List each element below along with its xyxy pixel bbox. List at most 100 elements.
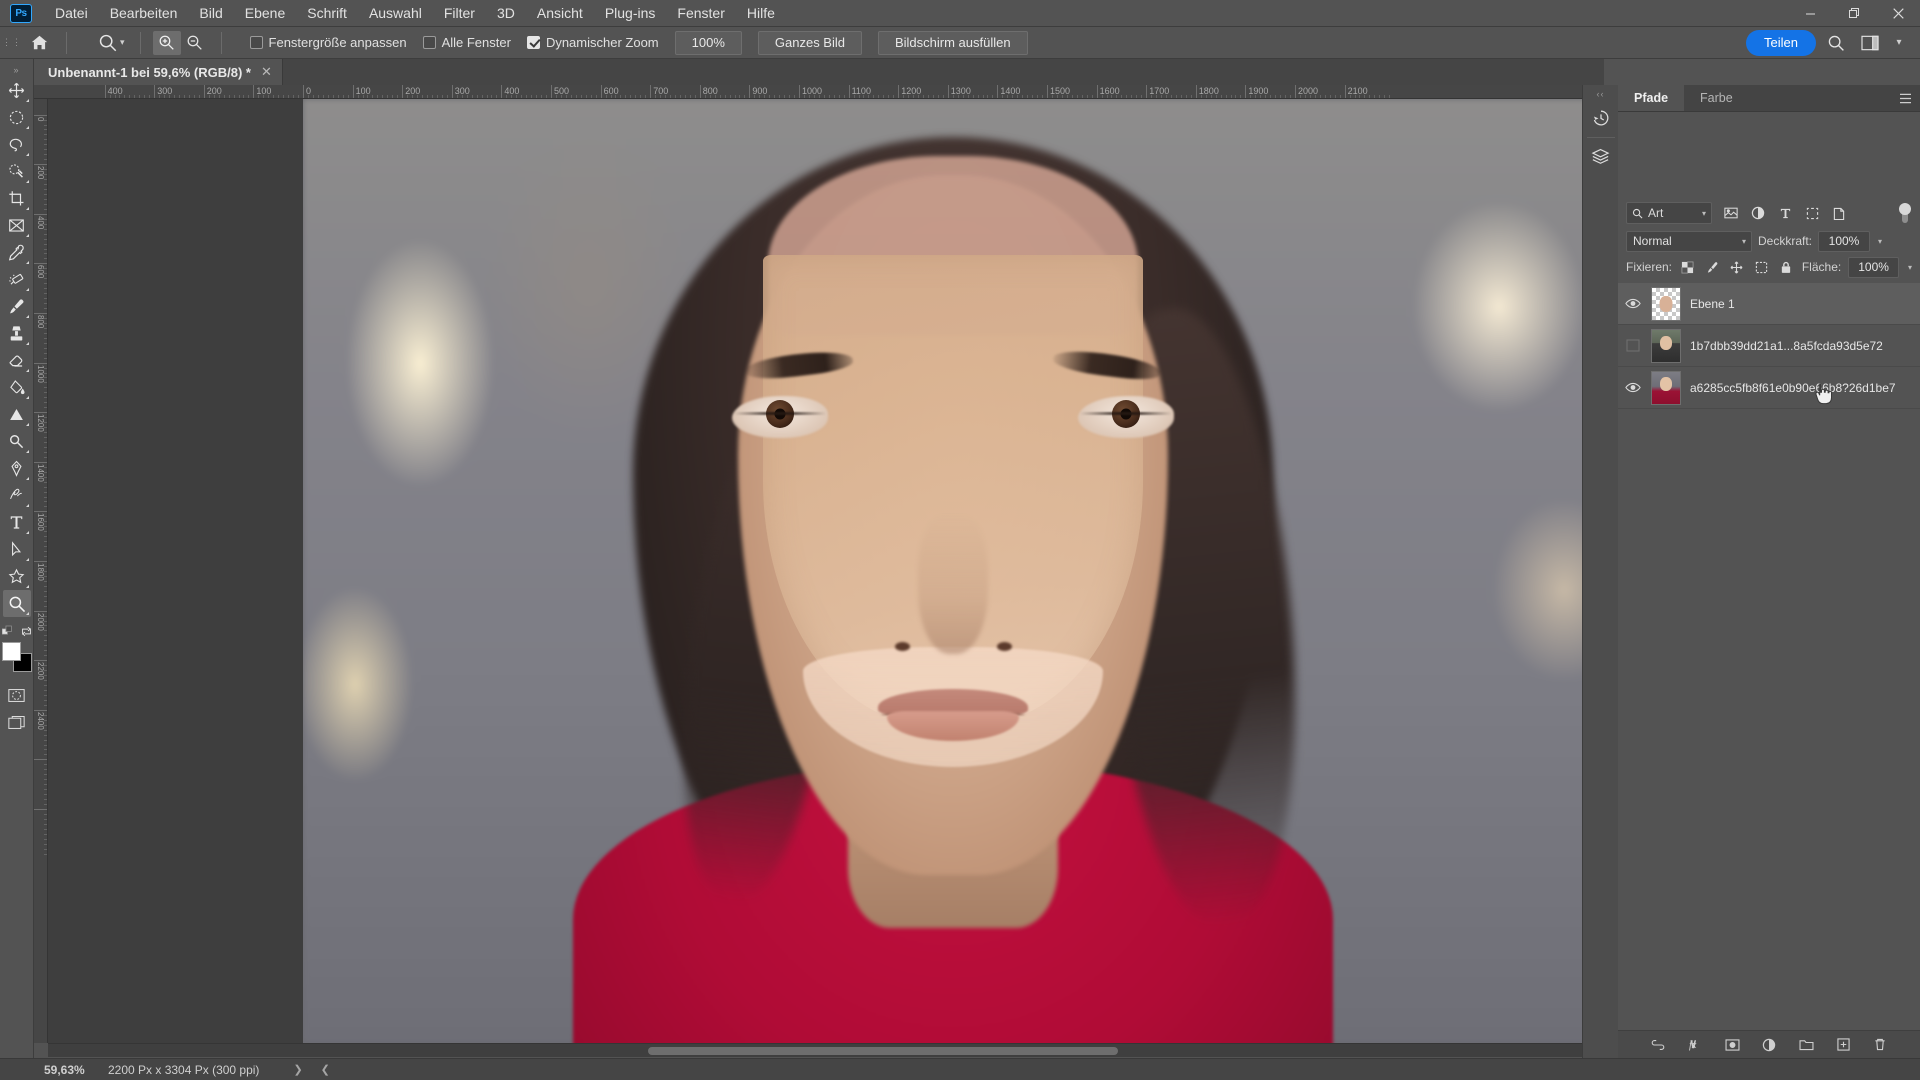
layer-filter-type-select[interactable]: Art ▾ [1626, 202, 1712, 224]
lock-artboard-icon[interactable] [1753, 258, 1771, 276]
frame-tool[interactable] [3, 212, 31, 239]
foreground-color-swatch[interactable] [1, 642, 21, 661]
tab-pfade[interactable]: Pfade [1618, 85, 1685, 111]
menu-item-3d[interactable]: 3D [486, 1, 526, 25]
lasso-tool[interactable] [3, 131, 31, 158]
layer-mask-icon[interactable] [1722, 1035, 1742, 1055]
eyedropper-tool[interactable] [3, 239, 31, 266]
zoom-out-icon[interactable] [181, 31, 209, 55]
pixel-filter-icon[interactable] [1720, 202, 1742, 224]
document-tab[interactable]: Unbenannt-1 bei 59,6% (RGB/8) * ✕ [34, 59, 283, 85]
chevron-left-icon[interactable]: ❮ [321, 1063, 330, 1076]
layer-visibility-toggle[interactable] [1618, 298, 1648, 309]
checkbox-fit-window[interactable]: Fenstergröße anpassen [249, 35, 407, 50]
healing-brush-tool[interactable] [3, 266, 31, 293]
search-icon[interactable] [1822, 31, 1850, 55]
menu-item-bild[interactable]: Bild [188, 1, 233, 25]
scribble-tool[interactable] [3, 482, 31, 509]
share-button[interactable]: Teilen [1746, 29, 1816, 56]
menu-item-ansicht[interactable]: Ansicht [526, 1, 594, 25]
zoom-100-button[interactable]: 100% [674, 30, 742, 55]
checkbox-box[interactable] [526, 36, 540, 49]
layer-thumbnail[interactable] [1648, 328, 1684, 363]
link-layers-icon[interactable] [1648, 1035, 1668, 1055]
chevron-right-icon[interactable]: ❯ [293, 1063, 302, 1076]
opacity-input[interactable]: 100% [1818, 230, 1871, 252]
checkbox-scrubby-zoom[interactable]: Dynamischer Zoom [526, 35, 659, 50]
layer-visibility-toggle[interactable] [1618, 339, 1648, 352]
status-zoom-level[interactable]: 59,63% [0, 1063, 88, 1077]
tools-panel-handle[interactable]: » [0, 63, 33, 77]
default-colors-icon[interactable] [1, 625, 13, 638]
canvas-area[interactable] [48, 99, 1604, 1043]
zoom-tool[interactable] [2, 590, 31, 617]
quick-mask-icon[interactable] [3, 682, 31, 709]
scrollbar-thumb[interactable] [648, 1047, 1118, 1055]
paths-panel-body[interactable] [1618, 112, 1920, 198]
quick-selection-tool[interactable] [3, 158, 31, 185]
layers-stack-icon[interactable] [1586, 140, 1616, 174]
smart-object-filter-icon[interactable] [1828, 202, 1850, 224]
type-filter-icon[interactable] [1774, 202, 1796, 224]
blend-mode-select[interactable]: Normal ▾ [1626, 230, 1752, 252]
layer-style-icon[interactable]: fx [1685, 1035, 1705, 1055]
chevron-down-icon[interactable]: ▾ [120, 37, 125, 48]
move-tool[interactable] [3, 77, 31, 104]
adjustment-layer-icon[interactable] [1759, 1035, 1779, 1055]
checkbox-box[interactable] [249, 36, 263, 49]
checkbox-box[interactable] [422, 36, 436, 49]
swap-colors-icon[interactable] [21, 625, 32, 638]
layer-name[interactable]: a6285cc5fb8f61e0b90e66b8?26d1be7 [1684, 381, 1896, 395]
restore-icon[interactable] [1832, 0, 1876, 27]
chevron-down-icon[interactable]: ▾ [1702, 209, 1706, 218]
history-icon[interactable] [1586, 101, 1616, 135]
layer-name[interactable]: Ebene 1 [1684, 297, 1735, 311]
zoom-in-icon[interactable] [152, 30, 181, 55]
table-row[interactable]: Ebene 1 [1618, 283, 1920, 325]
lock-all-icon[interactable] [1777, 258, 1795, 276]
shape-tool[interactable] [3, 563, 31, 590]
type-tool[interactable] [3, 509, 31, 536]
new-group-icon[interactable] [1796, 1035, 1816, 1055]
menu-item-bearbeiten[interactable]: Bearbeiten [99, 1, 189, 25]
pen-tool[interactable] [3, 455, 31, 482]
brush-tool[interactable] [3, 293, 31, 320]
color-swatches[interactable] [1, 642, 32, 672]
dock-rail-handle[interactable]: ‹‹ [1597, 89, 1605, 101]
layer-visibility-toggle[interactable] [1618, 382, 1648, 393]
minimize-icon[interactable] [1788, 0, 1832, 27]
layer-thumbnail[interactable] [1648, 286, 1684, 321]
lock-transparency-icon[interactable] [1679, 258, 1697, 276]
current-tool-preview[interactable]: ▾ [95, 31, 128, 55]
marquee-tool[interactable] [3, 104, 31, 131]
menu-item-fenster[interactable]: Fenster [666, 1, 735, 25]
lock-position-icon[interactable] [1728, 258, 1746, 276]
menu-item-auswahl[interactable]: Auswahl [358, 1, 433, 25]
workspace-icon[interactable] [1856, 31, 1884, 55]
fill-input[interactable]: 100% [1848, 256, 1899, 278]
close-icon[interactable] [1876, 0, 1920, 27]
tab-farbe[interactable]: Farbe [1684, 85, 1749, 111]
checkbox-all-windows[interactable]: Alle Fenster [422, 35, 511, 50]
panel-menu-icon[interactable] [1890, 85, 1920, 111]
blur-tool[interactable] [3, 401, 31, 428]
chevron-down-icon[interactable]: ▾ [1878, 237, 1882, 246]
shape-filter-icon[interactable] [1801, 202, 1823, 224]
layer-name[interactable]: 1b7dbb39dd21a1...8a5fcda93d5e72 [1684, 339, 1883, 353]
table-row[interactable]: a6285cc5fb8f61e0b90e66b8?26d1be7 [1618, 367, 1920, 409]
canvas-horizontal-scrollbar[interactable] [48, 1043, 1590, 1057]
fill-screen-button[interactable]: Bildschirm ausfüllen [877, 30, 1028, 55]
menu-item-ebene[interactable]: Ebene [234, 1, 296, 25]
chevron-down-icon[interactable]: ▾ [1742, 237, 1746, 246]
chevron-down-icon[interactable]: ▾ [1908, 263, 1912, 272]
menu-item-filter[interactable]: Filter [433, 1, 486, 25]
lock-image-icon[interactable] [1704, 258, 1722, 276]
menu-item-plugins[interactable]: Plug-ins [594, 1, 667, 25]
new-layer-icon[interactable] [1833, 1035, 1853, 1055]
filter-toggle-icon[interactable] [1898, 202, 1912, 224]
close-icon[interactable]: ✕ [261, 64, 272, 80]
table-row[interactable]: 1b7dbb39dd21a1...8a5fcda93d5e72 [1618, 325, 1920, 367]
menu-item-datei[interactable]: Datei [44, 1, 99, 25]
chevron-down-icon[interactable]: ▾ [1890, 31, 1908, 55]
adjustment-filter-icon[interactable] [1747, 202, 1769, 224]
